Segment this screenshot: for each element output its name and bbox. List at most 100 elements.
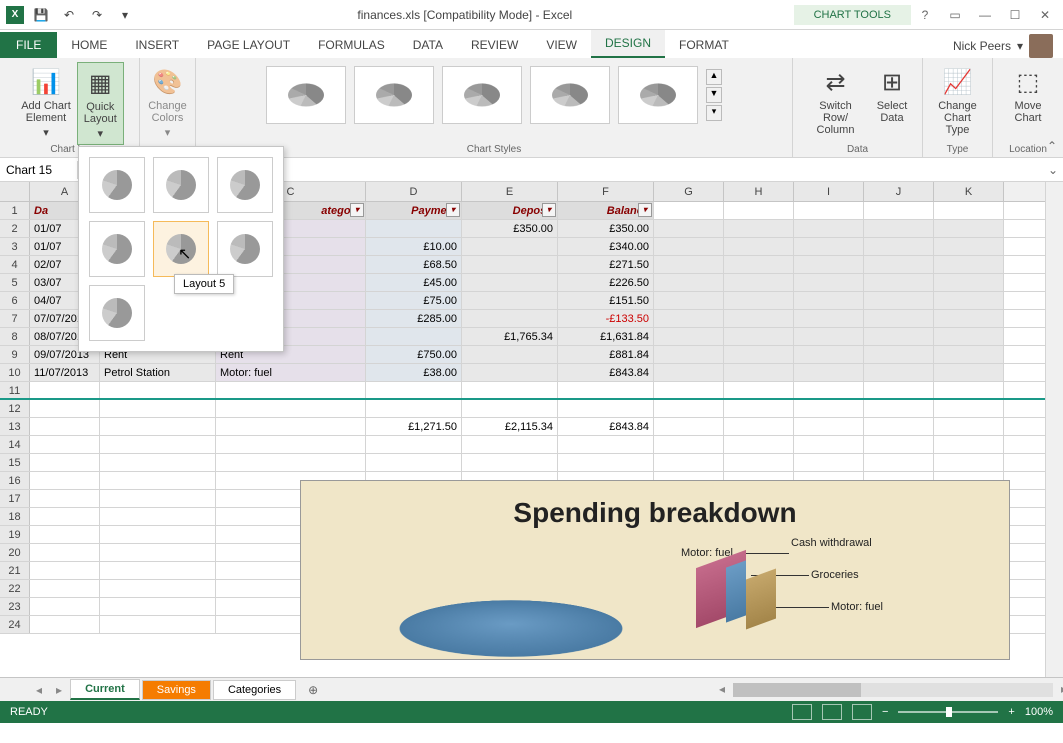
- row-header-5[interactable]: 5: [0, 274, 30, 291]
- cell-J14[interactable]: [864, 436, 934, 453]
- cell-C15[interactable]: [216, 454, 366, 471]
- row-header-24[interactable]: 24: [0, 616, 30, 633]
- chart-styles-gallery[interactable]: ▲ ▼ ▾: [262, 62, 726, 128]
- cell-J7[interactable]: [864, 310, 934, 327]
- row-header-6[interactable]: 6: [0, 292, 30, 309]
- cell-G11[interactable]: [654, 382, 724, 398]
- cell-A23[interactable]: [30, 598, 100, 615]
- cell-K14[interactable]: [934, 436, 1004, 453]
- cell-B18[interactable]: [100, 508, 216, 525]
- cell-D4[interactable]: £68.50: [366, 256, 462, 273]
- cell-A15[interactable]: [30, 454, 100, 471]
- cell-H9[interactable]: [724, 346, 794, 363]
- chart-style-2[interactable]: [354, 66, 434, 124]
- add-chart-element-button[interactable]: 📊 Add Chart Element▾: [15, 62, 77, 145]
- layout-option-4[interactable]: [89, 221, 145, 277]
- row-header-17[interactable]: 17: [0, 490, 30, 507]
- tab-review[interactable]: REVIEW: [457, 32, 532, 58]
- cell-D8[interactable]: [366, 328, 462, 345]
- cell-C14[interactable]: [216, 436, 366, 453]
- cell-J5[interactable]: [864, 274, 934, 291]
- cell-B22[interactable]: [100, 580, 216, 597]
- zoom-in-button[interactable]: +: [1008, 706, 1014, 718]
- cell-D6[interactable]: £75.00: [366, 292, 462, 309]
- user-name[interactable]: Nick Peers: [953, 39, 1011, 53]
- cell-D13[interactable]: £1,271.50: [366, 418, 462, 435]
- filter-button-D[interactable]: ▾: [446, 203, 460, 217]
- layout-option-6[interactable]: [217, 221, 273, 277]
- cell-D3[interactable]: £10.00: [366, 238, 462, 255]
- cell-B12[interactable]: [100, 400, 216, 417]
- cell-K10[interactable]: [934, 364, 1004, 381]
- zoom-slider[interactable]: [898, 711, 998, 713]
- cell-E8[interactable]: £1,765.34: [462, 328, 558, 345]
- cell-K15[interactable]: [934, 454, 1004, 471]
- quick-layout-button[interactable]: ▦ Quick Layout▾: [77, 62, 124, 145]
- layout-option-2[interactable]: [153, 157, 209, 213]
- styles-scroll-up[interactable]: ▲: [706, 69, 722, 85]
- cell-H2[interactable]: [724, 220, 794, 237]
- cell-D7[interactable]: £285.00: [366, 310, 462, 327]
- row-header-12[interactable]: 12: [0, 400, 30, 417]
- cell-E3[interactable]: [462, 238, 558, 255]
- row-header-1[interactable]: 1: [0, 202, 30, 219]
- view-normal-button[interactable]: [792, 704, 812, 720]
- cell-I1[interactable]: [794, 202, 864, 219]
- cell-B14[interactable]: [100, 436, 216, 453]
- avatar[interactable]: [1029, 34, 1053, 58]
- sheet-tab-categories[interactable]: Categories: [213, 680, 296, 700]
- horizontal-scrollbar[interactable]: ◂ ▸: [733, 683, 1053, 697]
- cell-E1[interactable]: Deposit▾: [462, 202, 558, 219]
- cell-E9[interactable]: [462, 346, 558, 363]
- cell-I11[interactable]: [794, 382, 864, 398]
- sheet-nav-next[interactable]: ▸: [50, 683, 68, 697]
- cell-G8[interactable]: [654, 328, 724, 345]
- cell-J6[interactable]: [864, 292, 934, 309]
- cell-B11[interactable]: [100, 382, 216, 398]
- cell-A12[interactable]: [30, 400, 100, 417]
- cell-H5[interactable]: [724, 274, 794, 291]
- cell-I8[interactable]: [794, 328, 864, 345]
- select-all-corner[interactable]: [0, 182, 30, 201]
- cell-I7[interactable]: [794, 310, 864, 327]
- cell-J10[interactable]: [864, 364, 934, 381]
- tab-file[interactable]: FILE: [0, 32, 57, 58]
- add-sheet-button[interactable]: ⊕: [298, 683, 328, 697]
- cell-H10[interactable]: [724, 364, 794, 381]
- cell-B21[interactable]: [100, 562, 216, 579]
- row-header-4[interactable]: 4: [0, 256, 30, 273]
- cell-F8[interactable]: £1,631.84: [558, 328, 654, 345]
- row-header-7[interactable]: 7: [0, 310, 30, 327]
- cell-J2[interactable]: [864, 220, 934, 237]
- col-header-E[interactable]: E: [462, 182, 558, 201]
- cell-F13[interactable]: £843.84: [558, 418, 654, 435]
- cell-H6[interactable]: [724, 292, 794, 309]
- cell-G9[interactable]: [654, 346, 724, 363]
- tab-formulas[interactable]: FORMULAS: [304, 32, 399, 58]
- cell-D15[interactable]: [366, 454, 462, 471]
- row-header-13[interactable]: 13: [0, 418, 30, 435]
- cell-H12[interactable]: [724, 400, 794, 417]
- cell-E10[interactable]: [462, 364, 558, 381]
- chart-style-4[interactable]: [530, 66, 610, 124]
- cell-A16[interactable]: [30, 472, 100, 489]
- name-box[interactable]: Chart 15: [0, 161, 78, 179]
- cell-J11[interactable]: [864, 382, 934, 398]
- cell-K5[interactable]: [934, 274, 1004, 291]
- cell-F5[interactable]: £226.50: [558, 274, 654, 291]
- select-data-button[interactable]: ⊞ Select Data: [870, 62, 914, 140]
- cell-F9[interactable]: £881.84: [558, 346, 654, 363]
- row-header-10[interactable]: 10: [0, 364, 30, 381]
- cell-A11[interactable]: [30, 382, 100, 398]
- cell-G12[interactable]: [654, 400, 724, 417]
- row-header-8[interactable]: 8: [0, 328, 30, 345]
- cell-E11[interactable]: [462, 382, 558, 398]
- cell-B17[interactable]: [100, 490, 216, 507]
- row-header-15[interactable]: 15: [0, 454, 30, 471]
- cell-B15[interactable]: [100, 454, 216, 471]
- cell-G15[interactable]: [654, 454, 724, 471]
- cell-D1[interactable]: Payment▾: [366, 202, 462, 219]
- cell-A19[interactable]: [30, 526, 100, 543]
- cell-J3[interactable]: [864, 238, 934, 255]
- cell-F4[interactable]: £271.50: [558, 256, 654, 273]
